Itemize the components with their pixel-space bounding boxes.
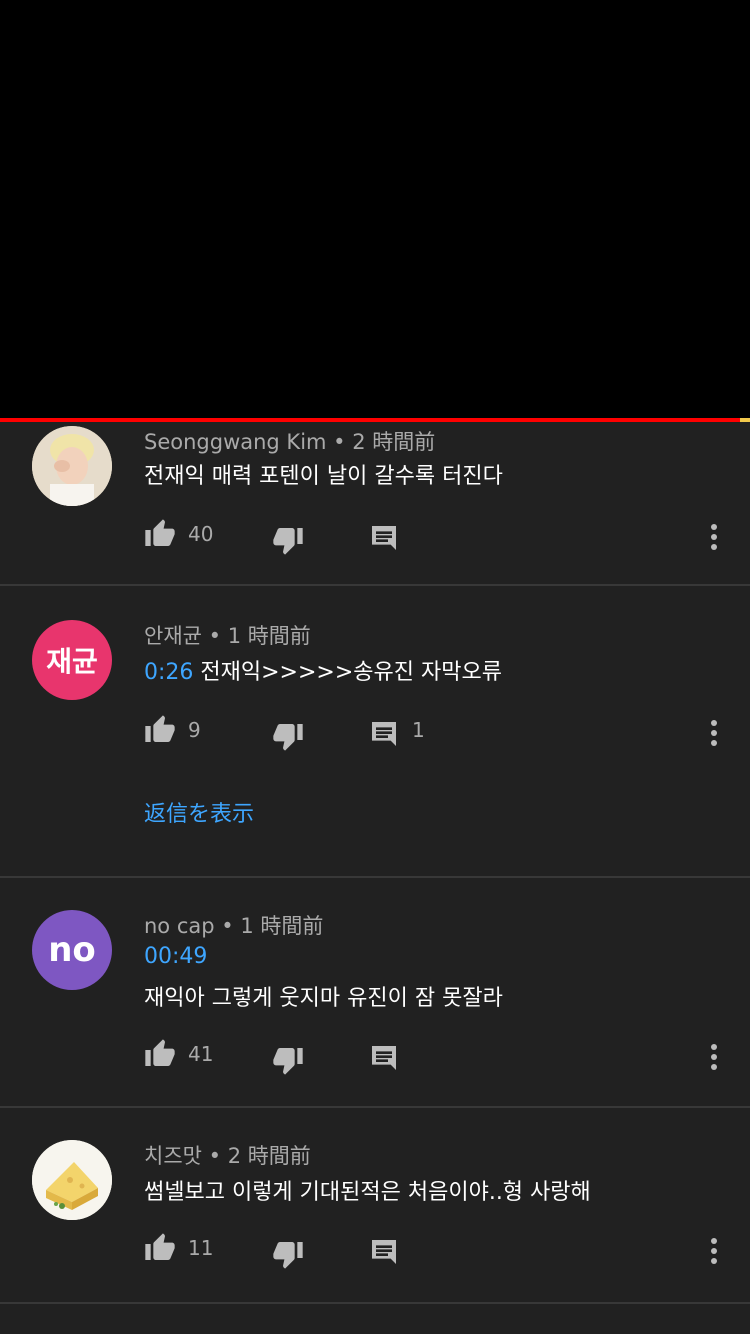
thumbs-up-icon [145, 715, 175, 742]
more-vert-icon [711, 720, 717, 746]
comment-time: 1 時間前 [240, 914, 324, 938]
more-options-button[interactable] [704, 718, 724, 748]
comment-item: no no cap • 1 時間前 00:49 재익아 그렇게 웃지마 유진이 … [0, 878, 750, 1108]
more-options-button[interactable] [704, 1236, 724, 1266]
reply-button[interactable] [368, 1236, 400, 1268]
avatar[interactable]: no [32, 910, 112, 990]
more-vert-icon [711, 524, 717, 550]
avatar[interactable] [32, 426, 112, 506]
like-button[interactable] [144, 1038, 178, 1072]
comment-icon [372, 722, 396, 746]
thumbs-up-icon [145, 1233, 175, 1260]
comment-item: Seonggwang Kim • 2 時間前 전재익 매력 포텐이 날이 갈수록… [0, 422, 750, 586]
thumbs-down-icon [273, 528, 303, 555]
comment-author[interactable]: 치즈맛 [144, 1144, 202, 1168]
avatar[interactable] [32, 1140, 112, 1220]
like-button[interactable] [144, 518, 178, 552]
reply-button[interactable] [368, 718, 400, 750]
meta-separator: • [326, 430, 353, 454]
comment-actions: 41 [0, 1038, 750, 1078]
comment-text: 0:26 전재익>>>>>송유진 자막오류 [144, 654, 502, 686]
like-count: 41 [188, 1042, 214, 1066]
comment-text: 재익아 그렇게 웃지마 유진이 잠 못잘라 [144, 986, 503, 1011]
like-count: 9 [188, 718, 201, 742]
like-count: 11 [188, 1236, 214, 1260]
meta-separator: • [201, 1144, 228, 1168]
show-replies-link[interactable]: 返信を表示 [144, 796, 254, 828]
reply-button[interactable] [368, 1042, 400, 1074]
comment-author[interactable]: Seonggwang Kim [144, 430, 327, 454]
comment-meta: Seonggwang Kim • 2 時間前 [144, 426, 435, 456]
comment-author[interactable]: 안재균 [144, 624, 202, 648]
comments-list: Seonggwang Kim • 2 時間前 전재익 매력 포텐이 날이 갈수록… [0, 422, 750, 1304]
more-vert-icon [711, 1044, 717, 1070]
more-options-button[interactable] [704, 522, 724, 552]
timestamp-link[interactable]: 00:49 [144, 944, 207, 969]
more-vert-icon [711, 1238, 717, 1264]
comment-item: 치즈맛 • 2 時間前 썸넬보고 이렇게 기대된적은 처음이야..형 사랑해 1… [0, 1108, 750, 1304]
meta-separator: • [214, 914, 241, 938]
comment-time: 1 時間前 [227, 624, 311, 648]
comment-actions: 11 [0, 1232, 750, 1272]
comment-meta: 치즈맛 • 2 時間前 [144, 1140, 311, 1170]
comment-meta: 안재균 • 1 時間前 [144, 620, 311, 650]
thumbs-down-icon [273, 1048, 303, 1075]
comment-time: 2 時間前 [227, 1144, 311, 1168]
comment-actions: 9 1 [0, 714, 750, 754]
thumbs-up-icon [145, 519, 175, 546]
comment-icon [372, 1046, 396, 1070]
reply-button[interactable] [368, 522, 400, 554]
comment-icon [372, 526, 396, 550]
dislike-button[interactable] [272, 720, 306, 754]
thumbs-up-icon [145, 1039, 175, 1066]
dislike-button[interactable] [272, 1238, 306, 1272]
more-options-button[interactable] [704, 1042, 724, 1072]
cheese-icon [32, 1140, 112, 1220]
avatar[interactable]: 재균 [32, 620, 112, 700]
avatar-photo-icon [32, 426, 112, 506]
comment-text-content: 전재익>>>>>송유진 자막오류 [200, 660, 502, 685]
comment-icon [372, 1240, 396, 1264]
avatar-initials: no [48, 930, 96, 970]
like-button[interactable] [144, 1232, 178, 1266]
like-count: 40 [188, 522, 214, 546]
dislike-button[interactable] [272, 1044, 306, 1078]
reply-count: 1 [412, 718, 425, 742]
like-button[interactable] [144, 714, 178, 748]
dislike-button[interactable] [272, 524, 306, 558]
timestamp-link[interactable]: 0:26 [144, 660, 193, 685]
video-player[interactable] [0, 0, 750, 418]
comment-meta: no cap • 1 時間前 [144, 910, 323, 940]
comment-text: 전재익 매력 포텐이 날이 갈수록 터진다 [144, 464, 503, 489]
comment-time: 2 時間前 [352, 430, 436, 454]
comment-actions: 40 [0, 518, 750, 558]
meta-separator: • [201, 624, 228, 648]
avatar-initials: 재균 [46, 645, 98, 678]
comment-item: 재균 안재균 • 1 時間前 0:26 전재익>>>>>송유진 자막오류 9 1 [0, 586, 750, 878]
comment-text: 썸넬보고 이렇게 기대된적은 처음이야..형 사랑해 [144, 1180, 591, 1205]
thumbs-down-icon [273, 724, 303, 751]
comment-author[interactable]: no cap [144, 914, 215, 938]
thumbs-down-icon [273, 1242, 303, 1269]
